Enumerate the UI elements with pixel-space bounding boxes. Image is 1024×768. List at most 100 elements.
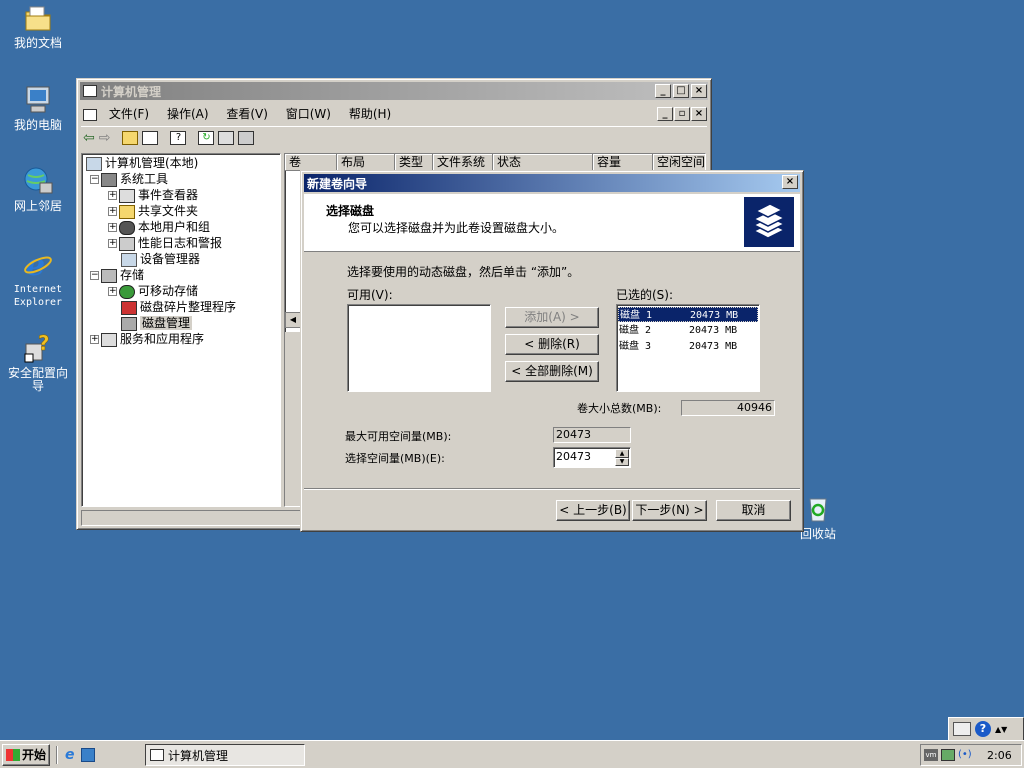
- remove-all-button[interactable]: < 全部删除(M): [505, 361, 599, 382]
- add-button[interactable]: 添加(A) >: [505, 307, 599, 328]
- disk-name: 磁盘 1: [620, 310, 653, 321]
- tree-item-shared-folders[interactable]: + 共享文件夹: [108, 203, 198, 219]
- remove-button[interactable]: < 删除(R): [505, 334, 599, 355]
- selected-disk-item[interactable]: 磁盘 2 20473 MB: [618, 323, 758, 338]
- collapse-icon[interactable]: −: [90, 271, 99, 280]
- desktop-icon-label: 安全配置向导: [7, 366, 68, 393]
- child-restore-button[interactable]: ▫: [674, 107, 690, 121]
- tree-item-removable-storage[interactable]: + 可移动存储: [108, 283, 198, 299]
- menu-view[interactable]: 查看(V): [226, 107, 268, 121]
- tree-item-system-tools[interactable]: − 系统工具: [90, 171, 168, 187]
- column-filesystem[interactable]: 文件系统: [433, 154, 493, 171]
- computer-management-icon: [83, 85, 97, 97]
- tree-item-storage[interactable]: − 存储: [90, 267, 144, 283]
- horizontal-scrollbar-left[interactable]: ◀: [285, 312, 301, 328]
- tree-pane[interactable]: 计算机管理(本地) − 系统工具 + 事件查看器 + 共享文件夹 + 本地用户和组 + 性…: [81, 153, 281, 507]
- shared-folder-icon: [119, 204, 135, 219]
- menu-action[interactable]: 操作(A): [167, 107, 209, 121]
- tree-item-local-users[interactable]: + 本地用户和组: [108, 219, 210, 235]
- lang-bar-scroll-icon[interactable]: ▲▼: [995, 725, 1007, 734]
- keyboard-icon[interactable]: [953, 722, 971, 736]
- app-menu-icon[interactable]: [83, 108, 97, 121]
- expand-icon[interactable]: +: [90, 335, 99, 344]
- tree-item-root[interactable]: 计算机管理(本地): [84, 155, 198, 171]
- back-button[interactable]: < 上一步(B): [556, 500, 630, 521]
- tree-item-disk-management[interactable]: 磁盘管理: [119, 315, 193, 331]
- vmware-tools-icon[interactable]: vm: [924, 749, 938, 761]
- cancel-button[interactable]: 取消: [716, 500, 791, 521]
- internet-explorer-icon: e: [22, 248, 54, 283]
- spin-down-button[interactable]: ▼: [615, 458, 629, 466]
- child-close-button[interactable]: ×: [691, 107, 707, 121]
- child-minimize-button[interactable]: _: [657, 107, 673, 121]
- main-title-bar[interactable]: 计算机管理 _ □ ×: [80, 82, 708, 100]
- tree-item-perf-logs[interactable]: + 性能日志和警报: [108, 235, 222, 251]
- select-space-input[interactable]: 20473 ▲ ▼: [553, 447, 631, 468]
- disk-size: 20473 MB: [689, 341, 738, 352]
- wizard-title-bar[interactable]: 新建卷向导 ×: [304, 174, 800, 192]
- expand-icon[interactable]: +: [108, 207, 117, 216]
- select-space-label: 选择空间量(MB)(E):: [345, 452, 445, 465]
- svg-text:?: ?: [38, 332, 50, 355]
- disk-icon[interactable]: [238, 130, 255, 145]
- disk-name: 磁盘 2: [619, 325, 652, 336]
- column-volume[interactable]: 卷: [285, 154, 337, 171]
- menu-window[interactable]: 窗口(W): [286, 107, 331, 121]
- expand-icon[interactable]: +: [108, 239, 117, 248]
- wizard-close-button[interactable]: ×: [782, 175, 798, 189]
- refresh-icon[interactable]: ↻: [198, 130, 215, 145]
- help-icon[interactable]: ?: [170, 130, 187, 145]
- back-arrow-icon[interactable]: ⇦: [83, 130, 95, 146]
- tree-item-services[interactable]: + 服务和应用程序: [90, 331, 204, 347]
- selected-disk-item[interactable]: 磁盘 3 20473 MB: [618, 339, 758, 354]
- forward-arrow-icon[interactable]: ⇨: [99, 130, 111, 146]
- quicklaunch-ie-icon[interactable]: e: [65, 747, 75, 763]
- taskbar-button-computer-management[interactable]: 计算机管理: [145, 744, 305, 766]
- tree-label: 共享文件夹: [138, 204, 199, 218]
- tree-item-defrag[interactable]: 磁盘碎片整理程序: [119, 299, 236, 315]
- column-layout[interactable]: 布局: [337, 154, 395, 171]
- desktop-icon-my-computer[interactable]: 我的电脑: [0, 84, 76, 132]
- properties-icon[interactable]: [218, 130, 235, 145]
- volume-tray-icon[interactable]: (•): [958, 749, 974, 761]
- quick-launch: e: [56, 746, 136, 764]
- column-type[interactable]: 类型: [395, 154, 433, 171]
- column-capacity[interactable]: 容量: [593, 154, 653, 171]
- selected-disk-item[interactable]: 磁盘 1 20473 MB: [618, 307, 758, 322]
- expand-icon[interactable]: +: [108, 287, 117, 296]
- column-status[interactable]: 状态: [493, 154, 593, 171]
- selected-disks-list[interactable]: 磁盘 1 20473 MB 磁盘 2 20473 MB 磁盘 3 20473 M…: [616, 304, 760, 392]
- clock[interactable]: 2:06: [987, 749, 1012, 762]
- show-tree-icon[interactable]: [142, 130, 159, 145]
- column-free-space[interactable]: 空闲空间: [653, 154, 705, 171]
- spin-up-button[interactable]: ▲: [615, 449, 629, 458]
- menu-file[interactable]: 文件(F): [109, 107, 149, 121]
- windows-logo-icon: [5, 749, 20, 761]
- tree-item-event-viewer[interactable]: + 事件查看器: [108, 187, 198, 203]
- total-size-label: 卷大小总数(MB):: [577, 402, 662, 415]
- menu-help[interactable]: 帮助(H): [349, 107, 391, 121]
- collapse-icon[interactable]: −: [90, 175, 99, 184]
- defrag-icon: [121, 300, 137, 315]
- desktop-icon-ie[interactable]: e Internet Explorer: [0, 248, 76, 309]
- tree-label: 存储: [120, 268, 145, 282]
- tree-item-device-manager[interactable]: 设备管理器: [119, 251, 200, 267]
- next-button[interactable]: 下一步(N) >: [632, 500, 707, 521]
- expand-icon[interactable]: +: [108, 191, 117, 200]
- start-button[interactable]: 开始: [2, 744, 50, 766]
- wizard-disk-stack-icon: [744, 197, 794, 247]
- desktop-icon-security-wizard[interactable]: ? 安全配置向导: [0, 331, 76, 393]
- desktop-icon-my-documents[interactable]: 我的文档: [0, 2, 76, 50]
- maximize-button[interactable]: □: [673, 84, 689, 98]
- network-tray-icon[interactable]: [941, 749, 955, 761]
- up-folder-icon[interactable]: [122, 130, 139, 145]
- help-circle-icon[interactable]: ?: [975, 721, 991, 737]
- quicklaunch-explorer-icon[interactable]: [80, 748, 95, 762]
- expand-icon[interactable]: +: [108, 223, 117, 232]
- desktop-icon-label: 我的文档: [13, 36, 62, 50]
- minimize-button[interactable]: _: [655, 84, 671, 98]
- tree-label: 性能日志和警报: [138, 236, 223, 250]
- available-disks-list[interactable]: [347, 304, 491, 392]
- close-button[interactable]: ×: [691, 84, 707, 98]
- desktop-icon-network[interactable]: 网上邻居: [0, 165, 76, 213]
